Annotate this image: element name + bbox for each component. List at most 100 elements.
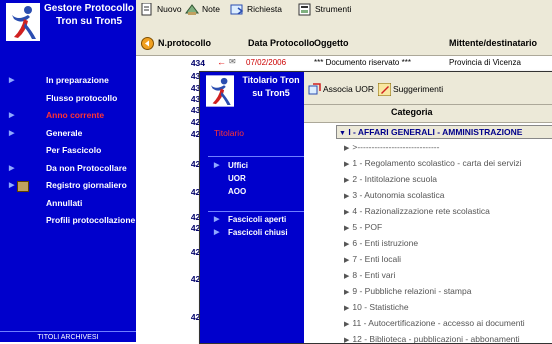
subcategory-label: 8 - Enti vari [352, 270, 396, 280]
column-header-data[interactable]: Data Protocollo [248, 38, 315, 48]
tree-arrow-icon: ▶ [344, 337, 350, 343]
subcategory-item[interactable]: ▶ 6 - Enti istruzione [344, 238, 418, 248]
subcategory-item[interactable]: ▶ 8 - Enti vari [344, 270, 395, 280]
sidebar-item-label: Registro giornaliero [46, 180, 127, 190]
titolario-sidebar: Titolario Tron su Tron5 Titolario ▶ Uffic… [200, 72, 304, 343]
titolario-label[interactable]: Titolario [214, 128, 244, 138]
suggestions-button[interactable]: Suggerimenti [378, 80, 443, 98]
associate-uor-label: Associa UOR [323, 84, 375, 94]
divider [208, 211, 304, 212]
category-tree: ▼ I - AFFARI GENERALI - AMMINISTRAZIONE … [304, 123, 552, 343]
titolario-title: Titolario Tron su Tron5 [242, 75, 300, 98]
sidebar-item-flusso-protocollo[interactable]: Flusso protocollo [0, 90, 136, 108]
request-icon [230, 4, 244, 15]
column-header-mittente[interactable]: Mittente/destinatario [449, 38, 537, 48]
menu-label: Uffici [228, 161, 248, 170]
tree-arrow-icon: ▶ [344, 145, 350, 152]
subcategory-item[interactable]: ▶ 7 - Enti locali [344, 254, 401, 264]
subcategory-label: 7 - Enti locali [352, 254, 402, 264]
subcategory-label: 3 - Autonomia scolastica [352, 190, 445, 200]
titolario-menu-aoo[interactable]: AOO [228, 187, 246, 196]
app-title: Gestore Protocollo Tron su Tron5 [44, 3, 135, 27]
register-icon [17, 181, 29, 192]
sidebar-item-profili-protocollazione[interactable]: Profili protocollazione [0, 212, 136, 230]
subcategory-item[interactable]: ▶ 9 - Pubbliche relazioni - stampa [344, 286, 471, 296]
request-button[interactable]: Richiesta [230, 2, 282, 32]
titolario-menu-fascicoli-aperti[interactable]: ▶ Fascicoli aperti [214, 215, 286, 224]
titolario-menu-uor[interactable]: UOR [228, 174, 246, 183]
tree-arrow-icon: ▶ [344, 257, 350, 264]
subcategory-label: 9 - Pubbliche relazioni - stampa [352, 286, 472, 296]
associate-icon [308, 82, 321, 94]
expand-arrow-icon: ▶ [214, 216, 220, 223]
expand-arrow-icon: ▶ [214, 229, 220, 236]
subcategory-item[interactable]: ▶ 4 - Razionalizzazione rete scolastica [344, 206, 490, 216]
subcategory-item[interactable]: ▶ 2 - Intitolazione scuola [344, 174, 437, 184]
subcategory-label: 2 - Intitolazione scuola [352, 174, 437, 184]
subcategory-label: >----------------------------- [352, 142, 440, 152]
tree-arrow-icon: ▶ [344, 241, 350, 248]
row-mittente: Provincia di Vicenza [449, 58, 521, 67]
category-expanded-node[interactable]: ▼ I - AFFARI GENERALI - AMMINISTRAZIONE [336, 125, 552, 139]
sidebar-item-label: In preparazione [46, 75, 109, 85]
associate-uor-button[interactable]: Associa UOR [308, 80, 374, 98]
divider [208, 156, 304, 157]
sidebar-item-da-non-protocollare[interactable]: ▶ Da non Protocollare [0, 160, 136, 178]
new-button[interactable]: Nuovo [140, 2, 182, 32]
tools-button-label: Strumenti [315, 4, 352, 14]
sidebar-item-label: Per Fascicolo [46, 145, 102, 155]
envelope-icon: ✉ [229, 57, 236, 66]
sidebar-item-generale[interactable]: ▶ Generale [0, 125, 136, 143]
sidebar-item-per-fascicolo[interactable]: Per Fascicolo [0, 142, 136, 160]
protocol-number[interactable]: 434 [175, 58, 205, 68]
sidebar-item-label: Annullati [46, 197, 83, 208]
tree-arrow-icon: ▶ [344, 225, 350, 232]
sidebar-item-annullati[interactable]: Annullati [0, 195, 136, 213]
subcategory-label: 4 - Razionalizzazione rete scolastica [352, 206, 490, 216]
expand-arrow-icon: ▶ [214, 162, 220, 169]
sidebar-item-anno-corrente[interactable]: ▶ Anno corrente [0, 107, 136, 125]
tree-arrow-icon: ▶ [344, 209, 350, 216]
column-header-protocollo[interactable]: N.protocollo [158, 38, 211, 48]
titolario-menu-fascicoli-chiusi[interactable]: ▶ Fascicoli chiusi [214, 228, 288, 237]
sidebar-item-registro-giornaliero[interactable]: ▶ Registro giornaliero [0, 177, 136, 195]
menu-label: Fascicoli chiusi [228, 228, 288, 237]
main-toolbar: Nuovo Note Richiesta Strumenti [136, 0, 552, 35]
subcategory-item[interactable]: ▶ 10 - Statistiche [344, 302, 409, 312]
column-header-oggetto[interactable]: Oggetto [314, 38, 349, 48]
arrow-left-icon: ← [217, 57, 226, 67]
titolario-menu-uffici[interactable]: ▶ Uffici [214, 161, 248, 170]
row-oggetto: *** Documento riservato *** [314, 58, 411, 67]
subcategory-item[interactable]: ▶ 3 - Autonomia scolastica [344, 190, 445, 200]
expand-arrow-icon: ▶ [9, 112, 15, 119]
tree-arrow-icon: ▶ [344, 177, 350, 184]
expand-arrow-icon: ▶ [9, 129, 15, 137]
subcategory-item[interactable]: ▶ 1 - Regolamento scolastico - carta dei … [344, 158, 522, 168]
expand-arrow-icon: ▶ [9, 164, 15, 172]
subcategory-label: 10 - Statistiche [352, 302, 409, 312]
sidebar-item-label: Generale [46, 127, 83, 138]
expand-arrow-icon: ▶ [9, 77, 15, 84]
note-button-label: Note [202, 4, 220, 14]
pencil-icon [378, 82, 391, 96]
subcategory-label: 11 - Autocertificazione - accesso ai doc… [352, 318, 525, 328]
titolario-window: Titolario Tron su Tron5 Titolario ▶ Uffic… [199, 71, 552, 344]
category-label: I - AFFARI GENERALI - AMMINISTRAZIONE [348, 127, 523, 137]
subcategory-label: 6 - Enti istruzione [352, 238, 419, 248]
note-icon [185, 4, 199, 15]
subcategory-label: 5 - POF [352, 222, 383, 232]
category-column-header[interactable]: Categoria [391, 107, 433, 117]
tools-button[interactable]: Strumenti [298, 2, 351, 32]
sidebar: Gestore Protocollo Tron su Tron5 ▶ In pre… [0, 0, 136, 342]
sidebar-item-label: Anno corrente [46, 110, 105, 120]
sidebar-menu: ▶ In preparazione Flusso protocollo ▶ Anno c… [0, 72, 136, 230]
suggestions-label: Suggerimenti [393, 84, 444, 94]
sidebar-item-in-preparazione[interactable]: ▶ In preparazione [0, 72, 136, 90]
subcategory-item[interactable]: ▶ 5 - POF [344, 222, 382, 232]
expand-arrow-icon: ▶ [9, 182, 15, 189]
note-button[interactable]: Note [185, 2, 220, 32]
subcategory-item[interactable]: ▶ 11 - Autocertificazione - accesso ai do… [344, 318, 525, 328]
titolario-logo-icon [206, 75, 234, 107]
refresh-icon[interactable] [141, 37, 154, 50]
subcategory-item[interactable]: ▶ >----------------------------- [344, 142, 439, 152]
